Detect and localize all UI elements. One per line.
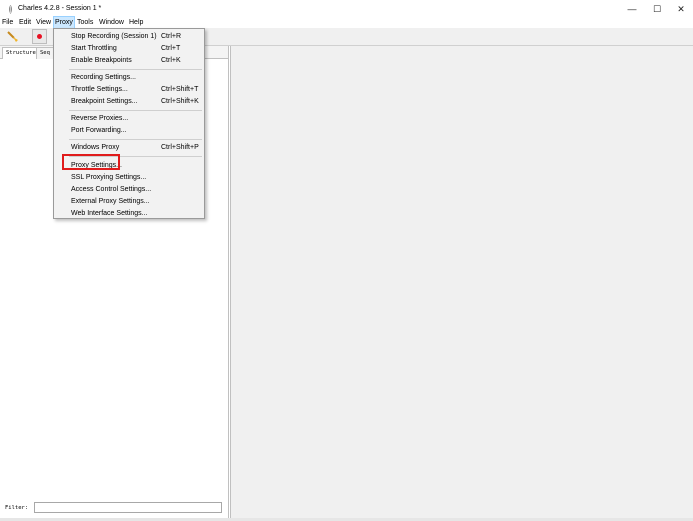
filter-row: Filter: (0, 501, 228, 517)
menu-separator (69, 139, 202, 140)
menu-bar: File Edit View Proxy Tools Window Help (0, 16, 693, 29)
title-bar: Charles 4.2.8 - Session 1 * — ☐ ✕ (0, 3, 693, 16)
menu-item-port-forwarding[interactable]: Port Forwarding... (54, 125, 204, 136)
close-button[interactable]: ✕ (668, 3, 693, 16)
charles-app-icon (7, 5, 14, 14)
maximize-button[interactable]: ☐ (644, 3, 670, 16)
menu-proxy[interactable]: Proxy (53, 16, 75, 29)
menu-file[interactable]: File (1, 17, 14, 28)
record-dot-icon (37, 34, 42, 39)
menu-item-ssl-proxying-settings[interactable]: SSL Proxying Settings... (54, 172, 204, 183)
menu-item-external-proxy-settings[interactable]: External Proxy Settings... (54, 196, 204, 207)
menu-item-throttle-settings[interactable]: Throttle Settings... Ctrl+Shift+T (54, 84, 204, 95)
menu-item-shortcut: Ctrl+Shift+K (161, 98, 199, 105)
filter-input[interactable] (34, 502, 222, 513)
menu-item-shortcut: Ctrl+K (161, 57, 181, 64)
menu-item-label: Reverse Proxies... (71, 115, 129, 122)
proxy-settings-highlight-box (62, 154, 120, 170)
menu-item-shortcut: Ctrl+R (161, 33, 182, 40)
menu-item-label: Start Throttling (71, 45, 117, 52)
record-icon[interactable] (32, 29, 47, 44)
menu-item-label: External Proxy Settings... (71, 198, 150, 205)
menu-item-label: Port Forwarding... (71, 127, 127, 134)
proxy-menu-dropdown: Stop Recording (Session 1) Ctrl+R Start … (53, 28, 205, 219)
menu-item-label: Windows Proxy (71, 144, 120, 151)
menu-item-access-control-settings[interactable]: Access Control Settings... (54, 184, 204, 195)
menu-window[interactable]: Window (98, 17, 125, 28)
menu-item-enable-breakpoints[interactable]: Enable Breakpoints Ctrl+K (54, 55, 204, 66)
menu-item-shortcut: Ctrl+Shift+T (161, 86, 199, 93)
menu-item-label: Recording Settings... (71, 74, 136, 81)
menu-item-label: Web Interface Settings... (71, 210, 148, 217)
menu-item-windows-proxy[interactable]: Windows Proxy Ctrl+Shift+P (54, 142, 204, 153)
menu-item-label: Access Control Settings... (71, 186, 152, 193)
menu-tools[interactable]: Tools (76, 17, 94, 28)
tab-structure[interactable]: Structure (2, 47, 40, 59)
menu-item-shortcut: Ctrl+T (161, 45, 181, 52)
menu-item-web-interface-settings[interactable]: Web Interface Settings... (54, 208, 204, 219)
detail-panel (230, 46, 693, 520)
menu-item-breakpoint-settings[interactable]: Breakpoint Settings... Ctrl+Shift+K (54, 96, 204, 107)
menu-item-label: Enable Breakpoints (71, 57, 132, 64)
tab-sequence[interactable]: Seq (36, 47, 54, 59)
menu-separator (69, 110, 202, 111)
menu-item-label: Stop Recording (Session 1) (71, 33, 157, 40)
menu-item-stop-recording[interactable]: Stop Recording (Session 1) Ctrl+R (54, 31, 204, 42)
broom-icon[interactable] (5, 29, 20, 44)
menu-item-label: SSL Proxying Settings... (71, 174, 147, 181)
menu-item-reverse-proxies[interactable]: Reverse Proxies... (54, 113, 204, 124)
menu-item-start-throttling[interactable]: Start Throttling Ctrl+T (54, 43, 204, 54)
menu-item-label: Breakpoint Settings... (71, 98, 138, 105)
window-title: Charles 4.2.8 - Session 1 * (18, 5, 102, 12)
menu-view[interactable]: View (35, 17, 52, 28)
menu-item-recording-settings[interactable]: Recording Settings... (54, 72, 204, 83)
menu-help[interactable]: Help (128, 17, 144, 28)
menu-item-label: Throttle Settings... (71, 86, 128, 93)
filter-label: Filter: (5, 505, 29, 511)
minimize-button[interactable]: — (619, 3, 645, 16)
menu-item-shortcut: Ctrl+Shift+P (161, 144, 199, 151)
menu-edit[interactable]: Edit (18, 17, 32, 28)
menu-separator (69, 69, 202, 70)
